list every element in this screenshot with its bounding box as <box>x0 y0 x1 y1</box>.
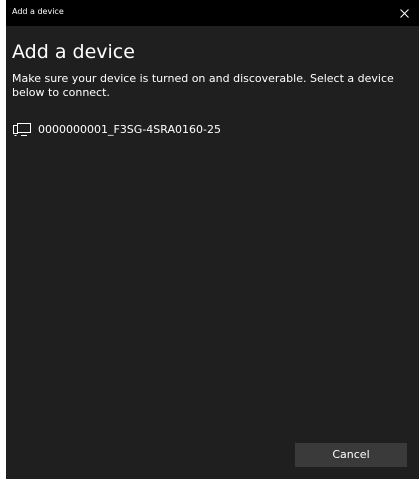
add-device-window: Add a device Add a device Make sure your… <box>6 0 419 479</box>
device-list-item[interactable]: 0000000001_F3SG-4SRA0160-25 <box>12 120 312 140</box>
cancel-button[interactable]: Cancel <box>295 443 407 467</box>
close-button[interactable] <box>389 0 419 26</box>
title-bar: Add a device <box>6 0 419 26</box>
device-name: 0000000001_F3SG-4SRA0160-25 <box>38 123 221 136</box>
instructions-text: Make sure your device is turned on and d… <box>12 72 394 99</box>
window-title: Add a device <box>12 7 64 16</box>
close-icon <box>399 8 409 18</box>
display-device-icon <box>12 120 36 140</box>
page-title: Add a device <box>12 41 135 63</box>
